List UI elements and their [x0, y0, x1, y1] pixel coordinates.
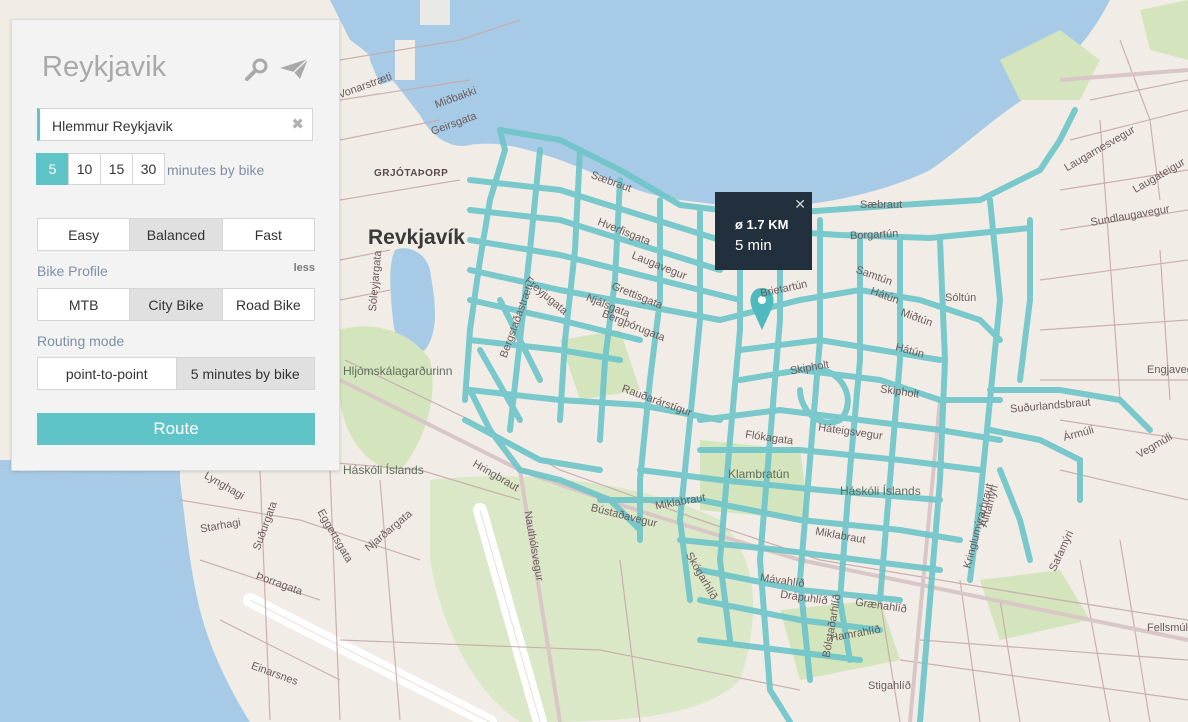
difficulty-balanced-button[interactable]: Balanced	[129, 218, 223, 251]
less-link[interactable]: less	[294, 262, 315, 274]
street-label: Stigahlíð	[868, 680, 911, 692]
minutes-option-5[interactable]: 5	[36, 153, 69, 185]
minutes-option-15[interactable]: 15	[100, 153, 133, 185]
bike-profile-selector: MTB City Bike Road Bike	[37, 288, 315, 321]
street-label: Sæbraut	[860, 199, 903, 211]
search-icon[interactable]	[244, 56, 270, 87]
location-search-input[interactable]	[40, 109, 284, 142]
bike-profile-city-button[interactable]: City Bike	[129, 288, 223, 321]
isochrone-popup: ✕ ø 1.7 KM 5 min	[715, 192, 812, 270]
minutes-option-30[interactable]: 30	[132, 153, 165, 185]
place-label: Háskóli Íslands	[840, 484, 921, 498]
street-label: Engjavegur	[1147, 364, 1188, 376]
difficulty-fast-button[interactable]: Fast	[221, 218, 315, 251]
route-button[interactable]: Route	[37, 413, 315, 445]
control-panel: Reykjavik ✖ 5 10 15 30 minutes by bike E…	[11, 19, 340, 471]
difficulty-selector: Easy Balanced Fast	[37, 218, 315, 251]
bike-profile-label: Bike Profile	[37, 263, 108, 279]
place-label: Hljómskálagarðurinn	[343, 364, 453, 378]
minutes-option-10[interactable]: 10	[68, 153, 101, 185]
city-label: Revkjavík	[368, 226, 465, 249]
bike-profile-mtb-button[interactable]: MTB	[37, 288, 131, 321]
location-search-field[interactable]: ✖	[37, 108, 313, 142]
routing-mode-isochrone-button[interactable]: 5 minutes by bike	[175, 357, 315, 390]
street-label: Borgartún	[849, 227, 899, 243]
place-label: Háskóli Íslands	[343, 463, 424, 477]
minutes-caption: minutes by bike	[167, 162, 265, 178]
routing-mode-label: Routing mode	[37, 333, 125, 349]
clear-icon[interactable]: ✖	[291, 115, 304, 133]
bike-profile-road-button[interactable]: Road Bike	[221, 288, 315, 321]
difficulty-easy-button[interactable]: Easy	[37, 218, 131, 251]
district-label: GRJÓTAÞORP	[374, 168, 449, 179]
popup-distance: ø 1.7 KM	[735, 217, 789, 232]
popup-time: 5 min	[735, 237, 772, 254]
minutes-selector: 5 10 15 30	[36, 153, 165, 185]
street-label: Sóltún	[945, 292, 977, 304]
close-icon[interactable]: ✕	[794, 196, 806, 213]
routing-mode-point-button[interactable]: point-to-point	[37, 357, 177, 390]
paper-plane-icon[interactable]	[278, 57, 310, 86]
routing-mode-selector: point-to-point 5 minutes by bike	[37, 357, 315, 390]
street-label: Fellsmúli	[1147, 622, 1188, 634]
panel-title: Reykjavik	[42, 51, 167, 83]
place-label: Klambratún	[728, 467, 790, 481]
